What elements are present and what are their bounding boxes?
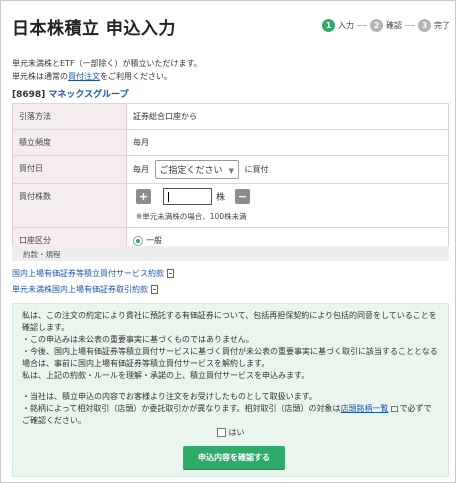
- quantity-increment-button[interactable]: +: [136, 189, 151, 204]
- terms-paragraph-4: 私は、上記の約款・ルールを理解・承諾の上、積立買付サービスを申込みます。: [22, 371, 310, 380]
- account-value: 一般: [146, 236, 162, 245]
- terms-spacer: [22, 382, 439, 391]
- frequency-value: 毎月: [126, 129, 449, 156]
- step-connector: [357, 25, 367, 26]
- pdf-icon: [151, 285, 158, 294]
- form-row-withdrawal: 引落方法 証券総合口座から: [12, 103, 449, 130]
- buy-day-suffix: に買付: [244, 165, 269, 174]
- text-caret: [168, 192, 169, 202]
- buy-day-cell: 毎月 ご指定ください ▼ に買付: [126, 155, 449, 184]
- progress-steps: 1 入力 2 確認 3 完了: [322, 19, 453, 32]
- quantity-decrement-button[interactable]: −: [235, 189, 251, 204]
- step-connector: [405, 25, 415, 26]
- buy-order-link[interactable]: 買付注文: [68, 72, 100, 81]
- doc-link-2-label: 単元未満株国内上場有価証券取引約款: [12, 285, 148, 294]
- terms-paragraph-6-suffix-pre: で必ず: [399, 404, 424, 413]
- quantity-stepper: + 株 −: [136, 188, 442, 205]
- terms-paragraph-2: ・この申込みは未公表の重要事実に基づくものではありません。: [22, 335, 254, 344]
- intro-text: 単元未満株とETF（一部除く）が積立いただけます。 単元株は通常の買付注文をご利…: [12, 57, 202, 83]
- confirm-button[interactable]: 申込内容を確認する: [183, 446, 285, 469]
- step-3-label: 完了: [434, 21, 450, 30]
- security-code: [8698]: [12, 90, 46, 100]
- step-1-badge: 1: [322, 19, 335, 32]
- agree-row: はい: [13, 427, 448, 439]
- form-row-quantity: 買付株数 + 株 − ※単元未満株の場合、100株未満: [12, 183, 449, 228]
- security-name[interactable]: マネックスグループ: [48, 90, 128, 100]
- pdf-icon: [167, 269, 174, 278]
- intro-line-2-prefix: 単元株は通常の: [12, 72, 68, 81]
- terms-paragraph-3: ・今後、国内上場有価証券等積立買付サービスに基づく買付が未公表の重要事実に基づく…: [22, 347, 438, 368]
- terms-paragraph-1: 私は、この注文の約定により貴社に預託する有価証券について、包括再担保契約により包…: [22, 311, 437, 332]
- terms-paragraph-6: ・銘柄によって相対取引（店頭）か委託取引かが異なります。相対取引（店頭）の対象は…: [22, 403, 439, 427]
- external-link-icon: [390, 405, 398, 412]
- account-general-radio[interactable]: [133, 235, 143, 246]
- step-2-label: 確認: [386, 21, 402, 30]
- terms-panel: 私は、この注文の約定により貴社に預託する有価証券について、包括再担保契約により包…: [12, 303, 449, 477]
- chevron-down-icon: ▼: [228, 167, 234, 175]
- security-heading: [8698] マネックスグループ: [12, 87, 129, 100]
- quantity-input[interactable]: [163, 188, 212, 205]
- form-row-buy-day: 買付日 毎月 ご指定ください ▼ に買付: [12, 155, 449, 184]
- withdrawal-value: 証券総合口座から: [126, 103, 449, 130]
- form-row-frequency: 積立頻度 毎月: [12, 129, 449, 156]
- quantity-cell: + 株 − ※単元未満株の場合、100株未満: [126, 183, 449, 228]
- page-title: 日本株積立 申込入力: [12, 19, 176, 39]
- agree-checkbox[interactable]: [216, 428, 226, 437]
- quantity-note: ※単元未満株の場合、100株未満: [136, 212, 247, 221]
- intro-line-2: 単元株は通常の買付注文をご利用ください。: [12, 70, 202, 83]
- page-frame: 日本株積立 申込入力 1 入力 2 確認 3 完了 単元未満株とETF（一部除く…: [0, 0, 456, 483]
- buy-day-prefix: 毎月: [133, 165, 149, 174]
- terms-paragraph-5: ・当社は、積立申込の内容でお客様より注文をお受けしたものとして取扱います。: [22, 392, 317, 401]
- buy-day-select[interactable]: ご指定ください ▼: [154, 160, 239, 179]
- docs-band-title: 約款・規程: [12, 246, 449, 261]
- terms-paragraph-6-prefix: ・銘柄によって相対取引（店頭）か委託取引かが異なります。相対取引（店頭）の対象は: [22, 404, 341, 413]
- step-1-label: 入力: [338, 21, 354, 30]
- otc-list-link[interactable]: 店頭銘柄一覧: [341, 404, 389, 413]
- step-2-badge: 2: [370, 19, 383, 32]
- intro-line-2-suffix: をご利用ください。: [100, 72, 172, 81]
- buy-day-label: 買付日: [12, 155, 127, 184]
- doc-link-1[interactable]: 国内上場有価証券等積立買付サービス約款: [12, 268, 174, 279]
- intro-line-1: 単元未満株とETF（一部除く）が積立いただけます。: [12, 59, 202, 68]
- withdrawal-label: 引落方法: [12, 103, 127, 130]
- quantity-label: 買付株数: [12, 183, 127, 228]
- buy-day-select-value: ご指定ください: [159, 166, 223, 176]
- order-form-table: 引落方法 証券総合口座から 積立頻度 毎月 買付日 毎月 ご指定ください ▼ に買…: [12, 103, 449, 254]
- agree-label: はい: [228, 428, 245, 437]
- quantity-unit: 株: [216, 193, 226, 203]
- doc-link-1-label: 国内上場有価証券等積立買付サービス約款: [12, 269, 164, 278]
- doc-link-2[interactable]: 単元未満株国内上場有価証券取引約款: [12, 284, 158, 295]
- frequency-label: 積立頻度: [12, 129, 127, 156]
- step-3-badge: 3: [418, 19, 431, 32]
